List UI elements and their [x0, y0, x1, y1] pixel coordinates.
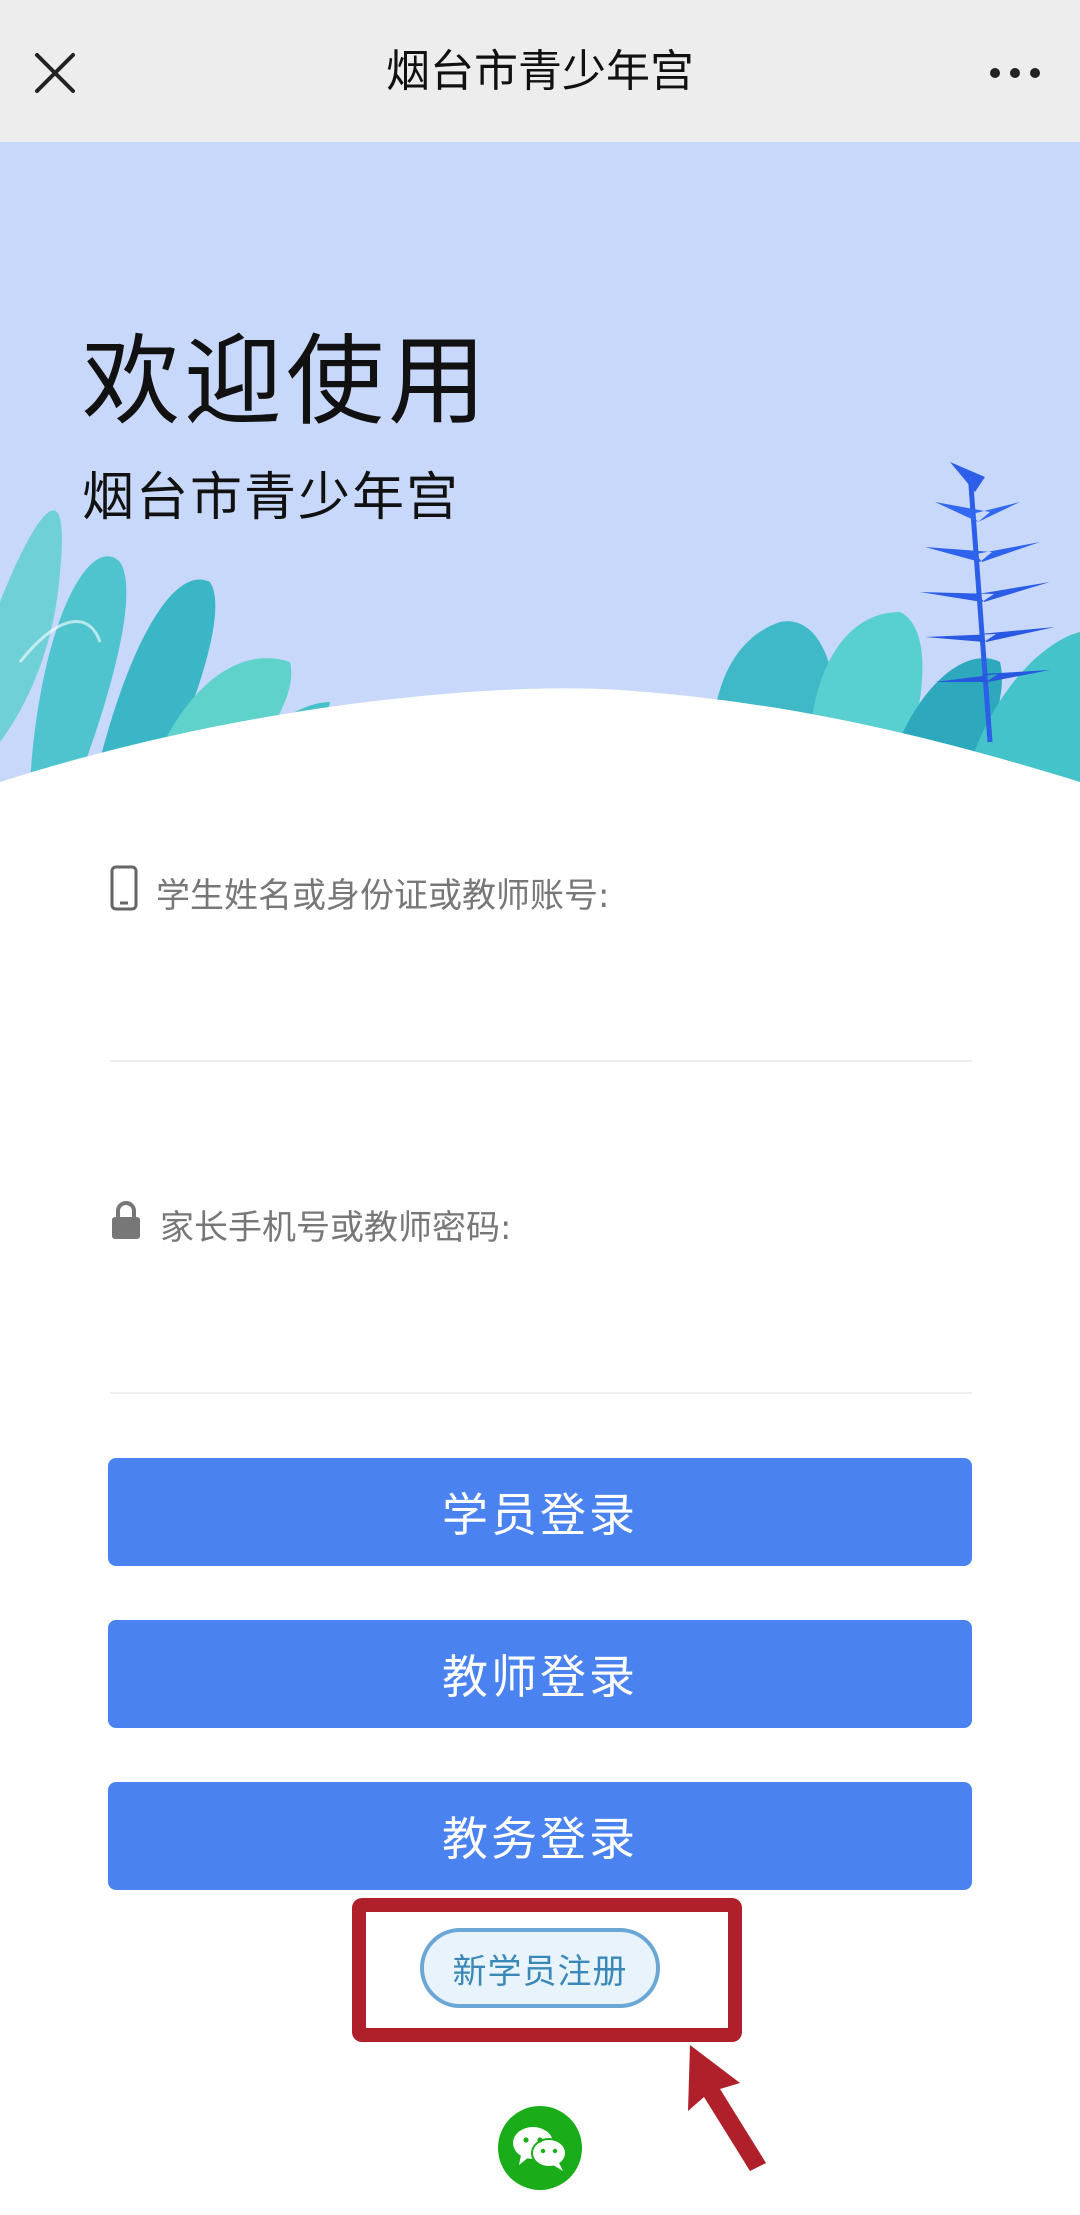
- top-navbar: 烟台市青少年宫: [0, 0, 1080, 142]
- password-field-label: 家长手机号或教师密码:: [110, 1194, 511, 1254]
- more-icon[interactable]: [990, 58, 1040, 88]
- welcome-subtitle: 烟台市青少年宫: [82, 468, 461, 528]
- welcome-heading: 欢迎使用: [82, 325, 491, 439]
- lock-icon: [110, 1199, 142, 1250]
- account-label-text: 学生姓名或身份证或教师账号:: [156, 875, 610, 916]
- arrow-icon: [670, 2045, 780, 2179]
- account-field: 学生姓名或身份证或教师账号:: [110, 862, 972, 1062]
- login-page: 烟台市青少年宫 欢迎使用 烟台市青少年宫 学生姓名或身份证或教师账号: 家长手机…: [0, 0, 1080, 2215]
- wechat-icon[interactable]: [498, 2106, 582, 2190]
- student-login-button[interactable]: 学员登录: [108, 1458, 972, 1566]
- account-input[interactable]: [110, 942, 972, 1032]
- admin-login-button[interactable]: 教务登录: [108, 1782, 972, 1890]
- account-field-label: 学生姓名或身份证或教师账号:: [110, 862, 609, 922]
- teacher-login-button[interactable]: 教师登录: [108, 1620, 972, 1728]
- password-label-text: 家长手机号或教师密码:: [160, 1207, 512, 1248]
- welcome-banner: 欢迎使用 烟台市青少年宫: [0, 142, 1080, 802]
- nav-title: 烟台市青少年宫: [386, 46, 694, 97]
- password-input[interactable]: [110, 1274, 972, 1364]
- new-student-register-button[interactable]: 新学员注册: [420, 1928, 660, 2008]
- password-field: 家长手机号或教师密码:: [110, 1194, 972, 1394]
- phone-icon: [110, 865, 138, 920]
